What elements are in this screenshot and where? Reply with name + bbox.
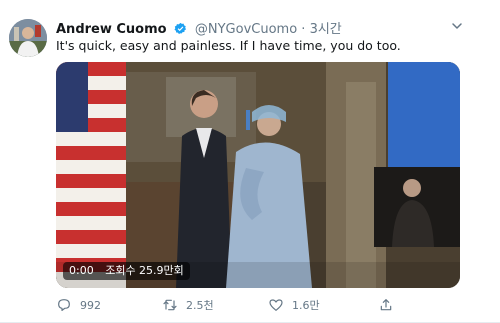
tweet-card[interactable]: Andrew Cuomo @NYGovCuomo · 3시간 It's quic… — [0, 0, 500, 323]
video-frame — [56, 62, 460, 288]
video-player[interactable]: 0:00 조회수 25.9만회 — [56, 62, 460, 288]
like-icon — [269, 299, 283, 311]
verified-badge-icon — [174, 22, 187, 35]
author-name[interactable]: Andrew Cuomo — [56, 22, 167, 37]
reply-icon — [58, 299, 70, 311]
share-icon — [380, 299, 392, 311]
reply-count: 992 — [80, 298, 101, 312]
author-handle[interactable]: @NYGovCuomo — [195, 22, 297, 37]
caret-down-icon[interactable] — [449, 18, 465, 34]
retweet-count: 2.5천 — [186, 299, 214, 312]
share-button[interactable] — [378, 296, 402, 314]
retweet-button[interactable]: 2.5천 — [162, 296, 214, 314]
separator-dot: · — [301, 22, 306, 37]
video-view-count: 조회수 25.9만회 — [105, 264, 184, 277]
like-button[interactable]: 1.6만 — [268, 296, 320, 314]
video-duration: 0:00 — [69, 264, 94, 277]
tweet-time[interactable]: 3시간 — [310, 22, 342, 37]
like-count: 1.6만 — [292, 299, 320, 312]
tweet-text: It's quick, easy and painless. If I have… — [56, 38, 401, 53]
video-info-overlay: 0:00 조회수 25.9만회 — [63, 262, 190, 280]
avatar[interactable] — [9, 19, 47, 57]
tweet-actions: 992 2.5천 1.6만 — [56, 296, 460, 314]
tweet-header: Andrew Cuomo @NYGovCuomo · 3시간 — [56, 18, 342, 38]
retweet-icon — [163, 299, 177, 311]
reply-button[interactable]: 992 — [56, 296, 101, 314]
